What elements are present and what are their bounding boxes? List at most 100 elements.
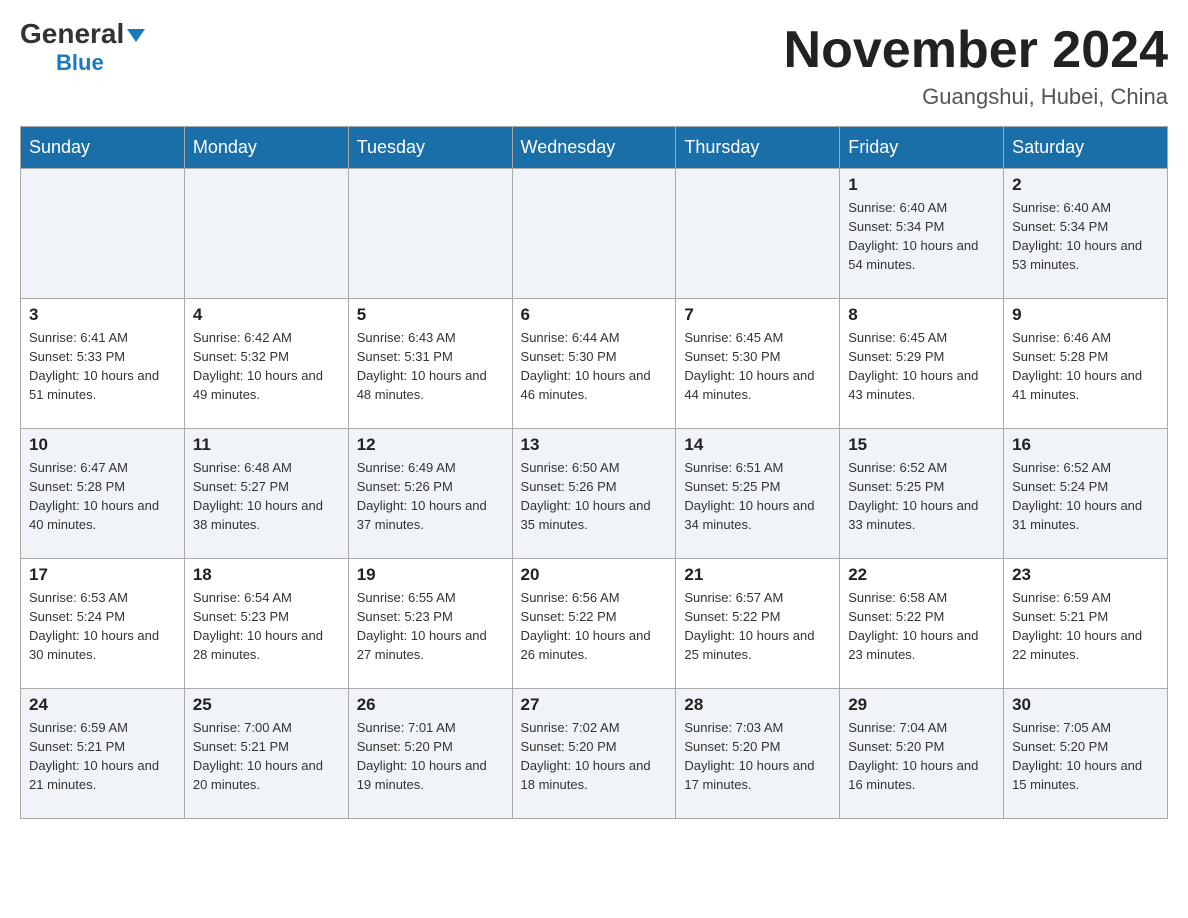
table-cell: 26Sunrise: 7:01 AM Sunset: 5:20 PM Dayli…: [348, 689, 512, 819]
day-info: Sunrise: 6:43 AM Sunset: 5:31 PM Dayligh…: [357, 329, 504, 404]
table-cell: 29 Sunrise: 7:04 AM Sunset: 5:20 PM Dayli…: [840, 689, 1004, 819]
day-info: Sunrise: 6:54 AM Sunset: 5:23 PM Dayligh…: [193, 589, 340, 664]
title-block: November 2024 Guangshui, Hubei, China: [784, 20, 1168, 110]
table-cell: 24 Sunrise: 6:59 AM Sunset: 5:21 PM Dayli…: [21, 689, 185, 819]
day-info: Sunrise: 6:49 AM Sunset: 5:26 PM Dayligh…: [357, 459, 504, 534]
day-info: Sunrise: 6:59 AM Sunset: 5:21 PM Dayligh…: [1012, 589, 1159, 664]
day-info: Sunrise: 7:03 AM Sunset: 5:20 PM Dayligh…: [684, 719, 831, 794]
day-info: Sunrise: 6:52 AM Sunset: 5:25 PM Dayligh…: [848, 459, 995, 534]
day-number: 7: [684, 305, 831, 325]
day-info: Sunrise: 6:55 AM Sunset: 5:23 PM Dayligh…: [357, 589, 504, 664]
day-number: 29: [848, 695, 995, 715]
calendar-row-1: 1 Sunrise: 6:40 AM Sunset: 5:34 PM Daylig…: [21, 169, 1168, 299]
day-number: 9: [1012, 305, 1159, 325]
table-cell: 10 Sunrise: 6:47 AM Sunset: 5:28 PM Dayli…: [21, 429, 185, 559]
day-info: Sunrise: 6:57 AM Sunset: 5:22 PM Dayligh…: [684, 589, 831, 664]
day-info: Sunrise: 7:05 AM Sunset: 5:20 PM Dayligh…: [1012, 719, 1159, 794]
day-number: 2: [1012, 175, 1159, 195]
day-number: 16: [1012, 435, 1159, 455]
day-info: Sunrise: 7:02 AM Sunset: 5:20 PM Dayligh…: [521, 719, 668, 794]
day-info: Sunrise: 6:47 AM Sunset: 5:28 PM Dayligh…: [29, 459, 176, 534]
logo-general: General: [20, 20, 145, 48]
table-cell: [512, 169, 676, 299]
table-cell: 17 Sunrise: 6:53 AM Sunset: 5:24 PM Dayli…: [21, 559, 185, 689]
location: Guangshui, Hubei, China: [784, 84, 1168, 110]
day-number: 21: [684, 565, 831, 585]
day-number: 1: [848, 175, 995, 195]
calendar-row-5: 24 Sunrise: 6:59 AM Sunset: 5:21 PM Dayli…: [21, 689, 1168, 819]
day-info: Sunrise: 7:00 AM Sunset: 5:21 PM Dayligh…: [193, 719, 340, 794]
day-number: 4: [193, 305, 340, 325]
header-saturday: Saturday: [1004, 127, 1168, 169]
table-cell: 20Sunrise: 6:56 AM Sunset: 5:22 PM Dayli…: [512, 559, 676, 689]
logo: General Blue: [20, 20, 145, 76]
day-number: 18: [193, 565, 340, 585]
day-number: 28: [684, 695, 831, 715]
header-tuesday: Tuesday: [348, 127, 512, 169]
table-cell: 4 Sunrise: 6:42 AM Sunset: 5:32 PM Daylig…: [184, 299, 348, 429]
calendar-row-3: 10 Sunrise: 6:47 AM Sunset: 5:28 PM Dayli…: [21, 429, 1168, 559]
table-cell: 30 Sunrise: 7:05 AM Sunset: 5:20 PM Dayli…: [1004, 689, 1168, 819]
day-number: 10: [29, 435, 176, 455]
day-info: Sunrise: 6:51 AM Sunset: 5:25 PM Dayligh…: [684, 459, 831, 534]
table-cell: [676, 169, 840, 299]
weekday-header-row: Sunday Monday Tuesday Wednesday Thursday…: [21, 127, 1168, 169]
day-info: Sunrise: 7:04 AM Sunset: 5:20 PM Dayligh…: [848, 719, 995, 794]
day-number: 12: [357, 435, 504, 455]
day-number: 14: [684, 435, 831, 455]
month-title: November 2024: [784, 20, 1168, 80]
table-cell: 12 Sunrise: 6:49 AM Sunset: 5:26 PM Dayli…: [348, 429, 512, 559]
table-cell: 22Sunrise: 6:58 AM Sunset: 5:22 PM Dayli…: [840, 559, 1004, 689]
table-cell: 19 Sunrise: 6:55 AM Sunset: 5:23 PM Dayli…: [348, 559, 512, 689]
day-info: Sunrise: 6:58 AM Sunset: 5:22 PM Dayligh…: [848, 589, 995, 664]
day-info: Sunrise: 6:50 AM Sunset: 5:26 PM Dayligh…: [521, 459, 668, 534]
calendar-table: Sunday Monday Tuesday Wednesday Thursday…: [20, 126, 1168, 819]
header-friday: Friday: [840, 127, 1004, 169]
table-cell: 27 Sunrise: 7:02 AM Sunset: 5:20 PM Dayli…: [512, 689, 676, 819]
day-number: 6: [521, 305, 668, 325]
table-cell: 13Sunrise: 6:50 AM Sunset: 5:26 PM Dayli…: [512, 429, 676, 559]
table-cell: 2 Sunrise: 6:40 AM Sunset: 5:34 PM Daylig…: [1004, 169, 1168, 299]
day-number: 8: [848, 305, 995, 325]
day-number: 19: [357, 565, 504, 585]
table-cell: 3 Sunrise: 6:41 AM Sunset: 5:33 PM Daylig…: [21, 299, 185, 429]
day-info: Sunrise: 6:45 AM Sunset: 5:30 PM Dayligh…: [684, 329, 831, 404]
table-cell: [21, 169, 185, 299]
day-info: Sunrise: 6:40 AM Sunset: 5:34 PM Dayligh…: [848, 199, 995, 274]
table-cell: 8 Sunrise: 6:45 AM Sunset: 5:29 PM Daylig…: [840, 299, 1004, 429]
table-cell: 18 Sunrise: 6:54 AM Sunset: 5:23 PM Dayli…: [184, 559, 348, 689]
day-number: 3: [29, 305, 176, 325]
day-number: 17: [29, 565, 176, 585]
table-cell: 23Sunrise: 6:59 AM Sunset: 5:21 PM Dayli…: [1004, 559, 1168, 689]
day-info: Sunrise: 6:59 AM Sunset: 5:21 PM Dayligh…: [29, 719, 176, 794]
calendar-row-4: 17 Sunrise: 6:53 AM Sunset: 5:24 PM Dayli…: [21, 559, 1168, 689]
day-info: Sunrise: 6:44 AM Sunset: 5:30 PM Dayligh…: [521, 329, 668, 404]
table-cell: 25 Sunrise: 7:00 AM Sunset: 5:21 PM Dayli…: [184, 689, 348, 819]
table-cell: 15Sunrise: 6:52 AM Sunset: 5:25 PM Dayli…: [840, 429, 1004, 559]
day-info: Sunrise: 6:41 AM Sunset: 5:33 PM Dayligh…: [29, 329, 176, 404]
day-info: Sunrise: 6:42 AM Sunset: 5:32 PM Dayligh…: [193, 329, 340, 404]
day-number: 30: [1012, 695, 1159, 715]
day-number: 24: [29, 695, 176, 715]
table-cell: [184, 169, 348, 299]
day-number: 26: [357, 695, 504, 715]
table-cell: 28 Sunrise: 7:03 AM Sunset: 5:20 PM Dayli…: [676, 689, 840, 819]
table-cell: 5Sunrise: 6:43 AM Sunset: 5:31 PM Daylig…: [348, 299, 512, 429]
header-wednesday: Wednesday: [512, 127, 676, 169]
day-number: 27: [521, 695, 668, 715]
table-cell: 16 Sunrise: 6:52 AM Sunset: 5:24 PM Dayli…: [1004, 429, 1168, 559]
header-sunday: Sunday: [21, 127, 185, 169]
header-monday: Monday: [184, 127, 348, 169]
page-header: General Blue November 2024 Guangshui, Hu…: [20, 20, 1168, 110]
day-info: Sunrise: 6:53 AM Sunset: 5:24 PM Dayligh…: [29, 589, 176, 664]
day-info: Sunrise: 6:56 AM Sunset: 5:22 PM Dayligh…: [521, 589, 668, 664]
day-number: 11: [193, 435, 340, 455]
day-info: Sunrise: 6:45 AM Sunset: 5:29 PM Dayligh…: [848, 329, 995, 404]
table-cell: 9 Sunrise: 6:46 AM Sunset: 5:28 PM Daylig…: [1004, 299, 1168, 429]
day-info: Sunrise: 6:52 AM Sunset: 5:24 PM Dayligh…: [1012, 459, 1159, 534]
day-info: Sunrise: 6:40 AM Sunset: 5:34 PM Dayligh…: [1012, 199, 1159, 274]
day-info: Sunrise: 6:46 AM Sunset: 5:28 PM Dayligh…: [1012, 329, 1159, 404]
calendar-row-2: 3 Sunrise: 6:41 AM Sunset: 5:33 PM Daylig…: [21, 299, 1168, 429]
day-number: 25: [193, 695, 340, 715]
table-cell: 6 Sunrise: 6:44 AM Sunset: 5:30 PM Daylig…: [512, 299, 676, 429]
